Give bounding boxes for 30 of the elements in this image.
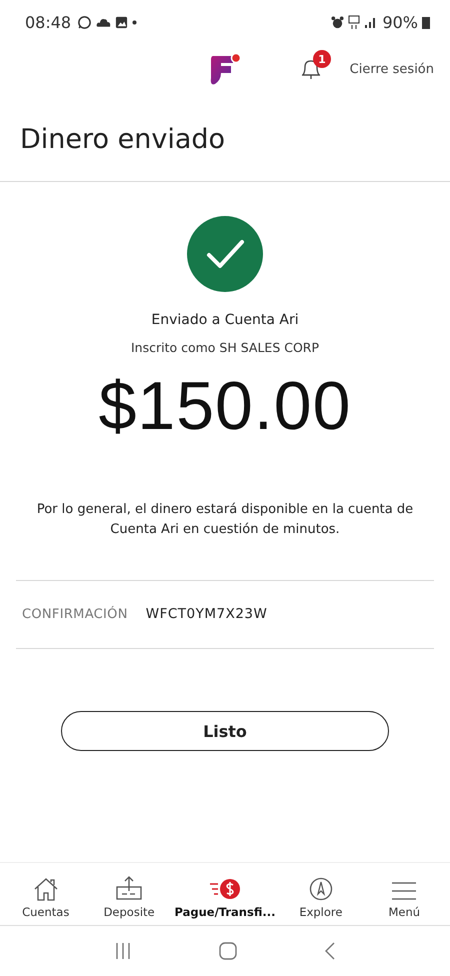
dot-icon (132, 20, 138, 24)
image-icon (115, 16, 128, 28)
nav-tab[interactable]: Menú (362, 863, 446, 925)
nav-tab[interactable]: Explore (279, 863, 363, 925)
home-icon (32, 877, 59, 901)
back-icon[interactable] (324, 942, 336, 960)
recent-apps-icon[interactable] (114, 942, 132, 960)
recipient-text: Enviado a Cuenta Ari (151, 312, 299, 328)
logout-link[interactable]: Cierre sesión (350, 62, 434, 76)
menu-icon (391, 881, 418, 901)
send-money-icon (208, 877, 242, 901)
registered-name: Inscrito como SH SALES CORP (130, 340, 320, 355)
nav-tab[interactable]: Pague/Transfi... (170, 863, 280, 925)
done-button[interactable]: Listo (61, 711, 389, 751)
nav-tab[interactable]: Cuentas (4, 863, 88, 925)
compass-icon (308, 877, 333, 901)
battery-level: 90% (382, 12, 418, 32)
battery-icon (422, 16, 430, 28)
amount: $150.00 (98, 367, 352, 445)
deposit-icon (115, 875, 144, 901)
cloud-icon (96, 17, 112, 27)
success-check-icon (187, 216, 263, 292)
status-time: 08:48 (25, 12, 72, 32)
nav-tab[interactable]: Deposite (87, 863, 171, 925)
confirmation-label: CONFIRMACIÓN (22, 606, 128, 622)
notification-badge: 1 (313, 50, 331, 68)
confirmation-number: WFCT0YM7X23W (146, 606, 268, 622)
home-button-icon[interactable] (218, 942, 237, 960)
availability-note: Por lo general, el dinero estará disponible en la cuenta de Cuenta Ari en cuestión de minutos. (36, 501, 414, 539)
page-title: Dinero enviado (19, 123, 226, 157)
